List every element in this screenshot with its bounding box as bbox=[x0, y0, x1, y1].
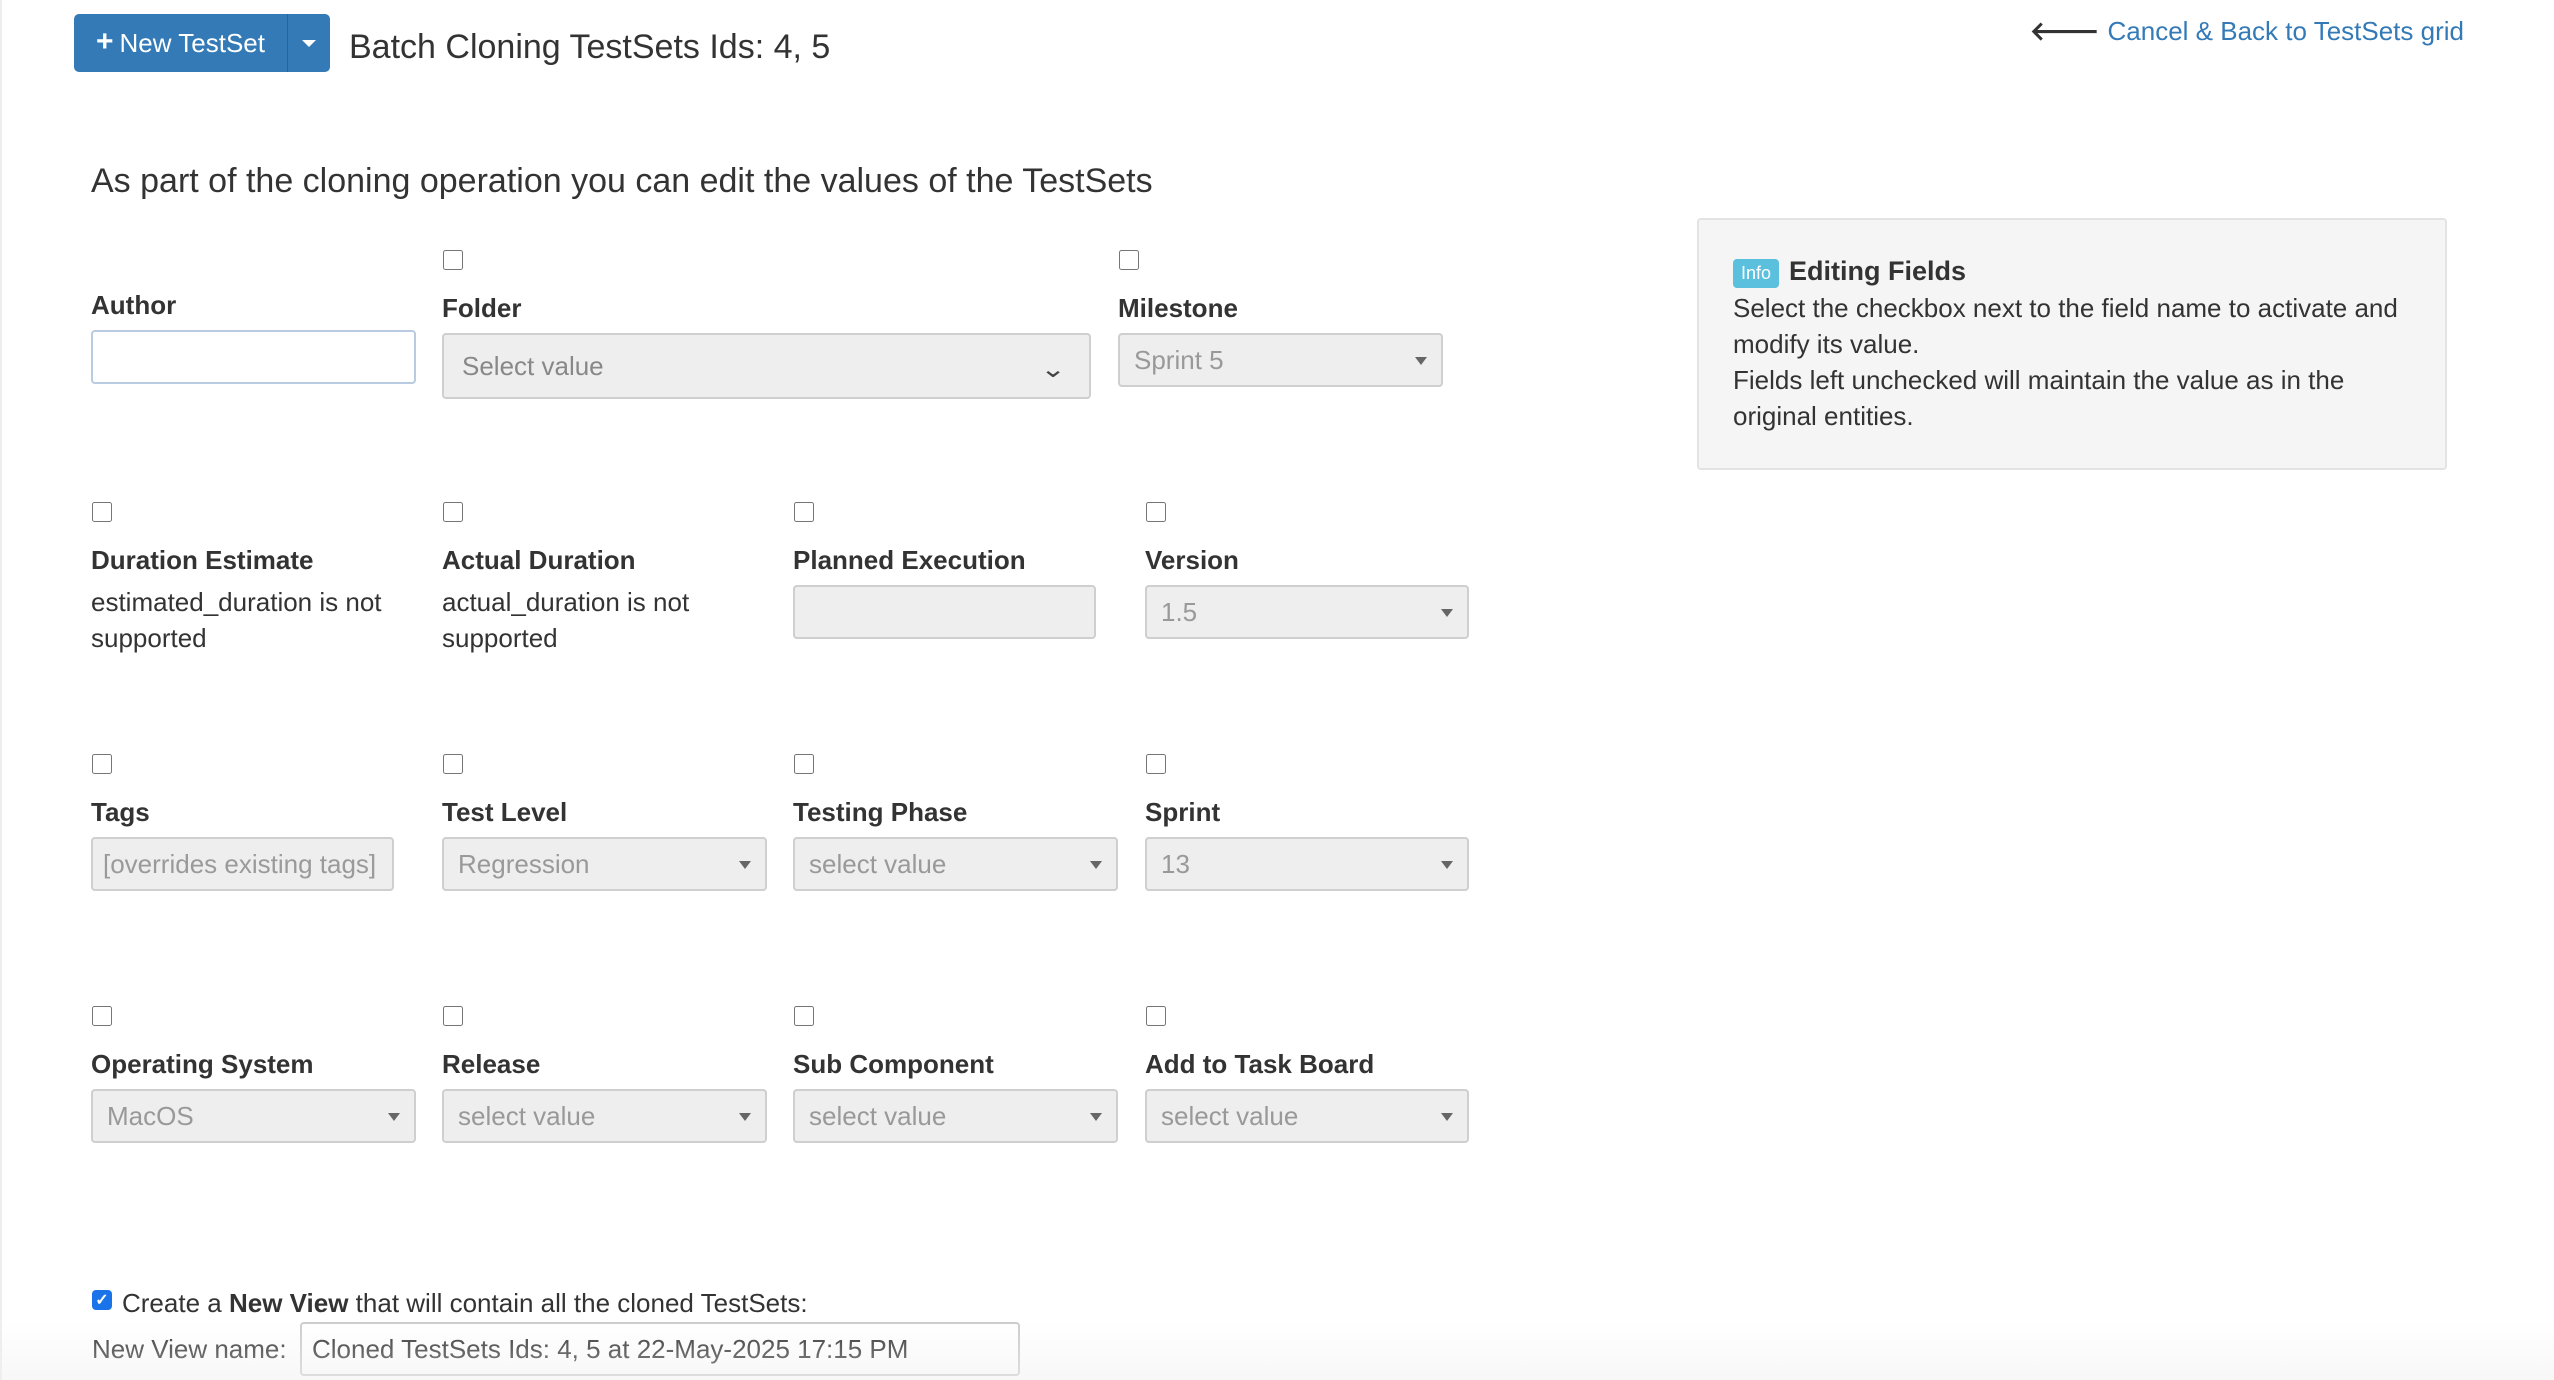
tags-placeholder: [overrides existing tags] bbox=[103, 848, 377, 879]
planned-execution-input[interactable] bbox=[793, 585, 1096, 639]
folder-label: Folder bbox=[442, 293, 522, 323]
task-board-label: Add to Task Board bbox=[1145, 1049, 1375, 1079]
plus-icon: + bbox=[95, 25, 114, 58]
planned-execution-label: Planned Execution bbox=[793, 545, 1026, 575]
back-to-grid-link[interactable]: 🡐 Cancel & Back to TestSets grid bbox=[2030, 16, 2464, 47]
sprint-select-value: 13 bbox=[1161, 848, 1190, 879]
task-board-checkbox[interactable] bbox=[1146, 1006, 1166, 1026]
author-label: Author bbox=[91, 290, 177, 320]
info-line-1: Select the checkbox next to the field na… bbox=[1733, 293, 2398, 324]
tags-label: Tags bbox=[91, 797, 150, 827]
task-board-select[interactable]: select value bbox=[1145, 1089, 1469, 1143]
operating-system-select[interactable]: MacOS bbox=[91, 1089, 416, 1143]
caret-down-icon bbox=[1090, 861, 1102, 869]
info-line-4: original entities. bbox=[1733, 401, 1914, 432]
sub-component-select[interactable]: select value bbox=[793, 1089, 1118, 1143]
new-testset-label: New TestSet bbox=[119, 27, 265, 58]
release-select[interactable]: select value bbox=[442, 1089, 767, 1143]
release-select-value: select value bbox=[458, 1100, 596, 1131]
new-testset-dropdown-toggle[interactable] bbox=[288, 14, 330, 72]
caret-down-icon bbox=[1090, 1113, 1102, 1121]
caret-down-icon bbox=[1441, 1113, 1453, 1121]
duration-estimate-note-line2: supported bbox=[91, 623, 207, 653]
milestone-label: Milestone bbox=[1118, 293, 1238, 323]
new-testset-button-group: + New TestSet bbox=[74, 14, 330, 72]
test-level-select[interactable]: Regression bbox=[442, 837, 767, 891]
milestone-select[interactable]: Sprint 5 bbox=[1118, 333, 1443, 387]
release-checkbox[interactable] bbox=[443, 1006, 463, 1026]
task-board-select-value: select value bbox=[1161, 1100, 1299, 1131]
sprint-checkbox[interactable] bbox=[1146, 754, 1166, 774]
actual-duration-checkbox[interactable] bbox=[443, 502, 463, 522]
version-select-value: 1.5 bbox=[1161, 596, 1198, 627]
actual-duration-note-line2: supported bbox=[442, 623, 558, 653]
actual-duration-label: Actual Duration bbox=[442, 545, 636, 575]
info-panel: Info Editing Fields Select the checkbox n… bbox=[1697, 218, 2447, 470]
tags-checkbox[interactable] bbox=[92, 754, 112, 774]
test-level-checkbox[interactable] bbox=[443, 754, 463, 774]
duration-estimate-note-line1: estimated_duration is not bbox=[91, 587, 382, 617]
sprint-select[interactable]: 13 bbox=[1145, 837, 1469, 891]
caret-down-icon bbox=[302, 39, 316, 47]
testing-phase-select-value: select value bbox=[809, 848, 947, 879]
caret-down-icon bbox=[1441, 861, 1453, 869]
info-line-2: modify its value. bbox=[1733, 329, 1920, 360]
testing-phase-checkbox[interactable] bbox=[794, 754, 814, 774]
actual-duration-note: actual_duration is not supported bbox=[442, 584, 689, 656]
sub-component-select-value: select value bbox=[809, 1100, 947, 1131]
operating-system-checkbox[interactable] bbox=[92, 1006, 112, 1026]
version-checkbox[interactable] bbox=[1146, 502, 1166, 522]
new-view-name-label: New View name: bbox=[92, 1334, 287, 1364]
info-badge: Info bbox=[1733, 259, 1780, 289]
new-view-name-value: Cloned TestSets Ids: 4, 5 at 22-May-2025… bbox=[312, 1333, 909, 1364]
new-view-name-input[interactable]: Cloned TestSets Ids: 4, 5 at 22-May-2025… bbox=[300, 1322, 1020, 1376]
actual-duration-note-line1: actual_duration is not bbox=[442, 587, 690, 617]
version-select[interactable]: 1.5 bbox=[1145, 585, 1469, 639]
testing-phase-select[interactable]: select value bbox=[793, 837, 1118, 891]
create-new-view-post: that will contain all the cloned TestSet… bbox=[355, 1288, 808, 1318]
sprint-label: Sprint bbox=[1145, 797, 1221, 827]
page-left-border bbox=[0, 0, 2, 1380]
folder-select-value: Select value bbox=[462, 350, 604, 381]
create-new-view-text: Create a New View that will contain all … bbox=[122, 1288, 808, 1319]
tags-input[interactable]: [overrides existing tags] bbox=[91, 837, 394, 891]
test-level-label: Test Level bbox=[442, 797, 568, 827]
chevron-down-icon: ⌄ bbox=[1039, 356, 1067, 383]
milestone-select-value: Sprint 5 bbox=[1134, 344, 1224, 375]
create-new-view-checkbox[interactable]: ✓ bbox=[92, 1290, 112, 1310]
info-line-3: Fields left unchecked will maintain the … bbox=[1733, 365, 2345, 396]
version-label: Version bbox=[1145, 545, 1239, 575]
testing-phase-label: Testing Phase bbox=[793, 797, 968, 827]
page-title: Batch Cloning TestSets Ids: 4, 5 bbox=[349, 28, 831, 66]
caret-down-icon bbox=[1415, 357, 1427, 365]
milestone-checkbox[interactable] bbox=[1119, 250, 1139, 270]
caret-down-icon bbox=[739, 861, 751, 869]
operating-system-select-value: MacOS bbox=[107, 1100, 194, 1131]
operating-system-label: Operating System bbox=[91, 1049, 314, 1079]
create-new-view-bold: New View bbox=[228, 1288, 349, 1318]
back-link-label: Cancel & Back to TestSets grid bbox=[2107, 16, 2464, 46]
caret-down-icon bbox=[1441, 609, 1453, 617]
sub-component-checkbox[interactable] bbox=[794, 1006, 814, 1026]
caret-down-icon bbox=[388, 1113, 400, 1121]
folder-checkbox[interactable] bbox=[443, 250, 463, 270]
test-level-select-value: Regression bbox=[458, 848, 590, 879]
caret-down-icon bbox=[739, 1113, 751, 1121]
duration-estimate-note: estimated_duration is not supported bbox=[91, 584, 382, 656]
release-label: Release bbox=[442, 1049, 541, 1079]
author-input[interactable] bbox=[91, 330, 416, 384]
info-title: Editing Fields bbox=[1789, 256, 1967, 286]
check-icon: ✓ bbox=[95, 1292, 109, 1309]
sub-component-label: Sub Component bbox=[793, 1049, 994, 1079]
new-testset-button[interactable]: + New TestSet bbox=[74, 14, 288, 72]
section-subtitle: As part of the cloning operation you can… bbox=[91, 162, 1153, 200]
duration-estimate-label: Duration Estimate bbox=[91, 545, 314, 575]
duration-estimate-checkbox[interactable] bbox=[92, 502, 112, 522]
planned-execution-checkbox[interactable] bbox=[794, 502, 814, 522]
folder-select[interactable]: Select value ⌄ bbox=[442, 333, 1091, 399]
arrow-left-icon: 🡐 bbox=[2029, 16, 2100, 46]
create-new-view-pre: Create a bbox=[122, 1288, 222, 1318]
